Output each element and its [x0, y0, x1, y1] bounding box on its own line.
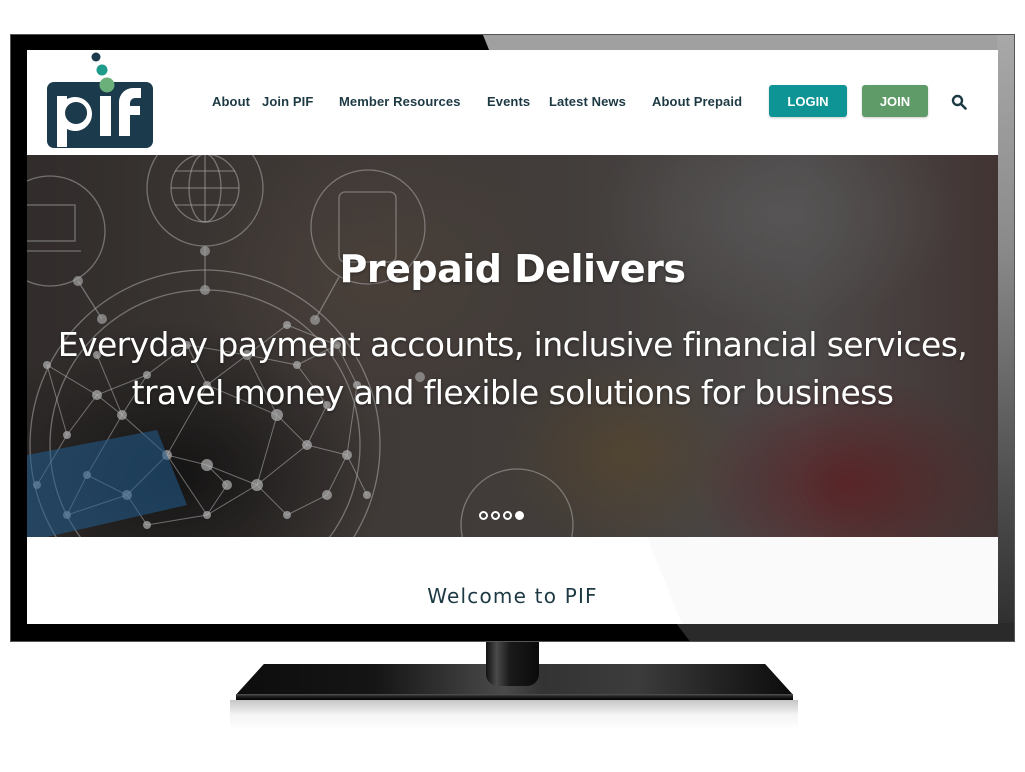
carousel-dot-3[interactable]: [503, 511, 512, 520]
nav-member-resources[interactable]: Member Resources: [339, 94, 461, 109]
bezel-highlight-bottom: [676, 623, 1014, 641]
tv-stand-edge: [236, 694, 793, 700]
logo-dot-teal: [96, 64, 108, 76]
hero-carousel: Prepaid Delivers Everyday payment accoun…: [27, 155, 998, 537]
login-button[interactable]: LOGIN: [769, 85, 847, 117]
carousel-dot-1[interactable]: [479, 511, 488, 520]
nav-about-prepaid[interactable]: About Prepaid: [652, 94, 742, 109]
carousel-dot-4-active[interactable]: [515, 511, 524, 520]
search-icon[interactable]: [951, 94, 967, 110]
hero-subtitle-line-2: travel money and flexible solutions for …: [131, 373, 894, 412]
carousel-dot-2[interactable]: [491, 511, 500, 520]
hero-title: Prepaid Delivers: [339, 247, 686, 291]
tv-screen: About Join PIF Member Resources Events L…: [27, 50, 998, 624]
logo-letter-i: [100, 96, 111, 136]
nav-latest-news[interactable]: Latest News: [549, 94, 626, 109]
welcome-heading: Welcome to PIF: [427, 584, 598, 608]
logo-dot-green: [99, 77, 115, 93]
bezel-highlight-right: [997, 35, 1014, 641]
hero-subtitle-line-1: Everyday payment accounts, inclusive fin…: [57, 325, 968, 364]
bezel-highlight: [483, 35, 1014, 51]
stand-reflection: [230, 700, 798, 730]
carousel-indicators: [479, 511, 524, 520]
nav-join-pif[interactable]: Join PIF: [262, 94, 313, 109]
screen-glare: [647, 537, 998, 624]
welcome-section: Welcome to PIF: [27, 537, 998, 624]
join-button[interactable]: JOIN: [862, 85, 928, 117]
logo-dot-dark: [91, 52, 101, 62]
site-header: About Join PIF Member Resources Events L…: [27, 50, 998, 155]
nav-about[interactable]: About: [212, 94, 250, 109]
pif-logo[interactable]: [47, 52, 153, 148]
hero-subtitle: Everyday payment accounts, inclusive fin…: [27, 321, 998, 417]
tv-stand-neck: [486, 642, 539, 686]
nav-events[interactable]: Events: [487, 94, 530, 109]
